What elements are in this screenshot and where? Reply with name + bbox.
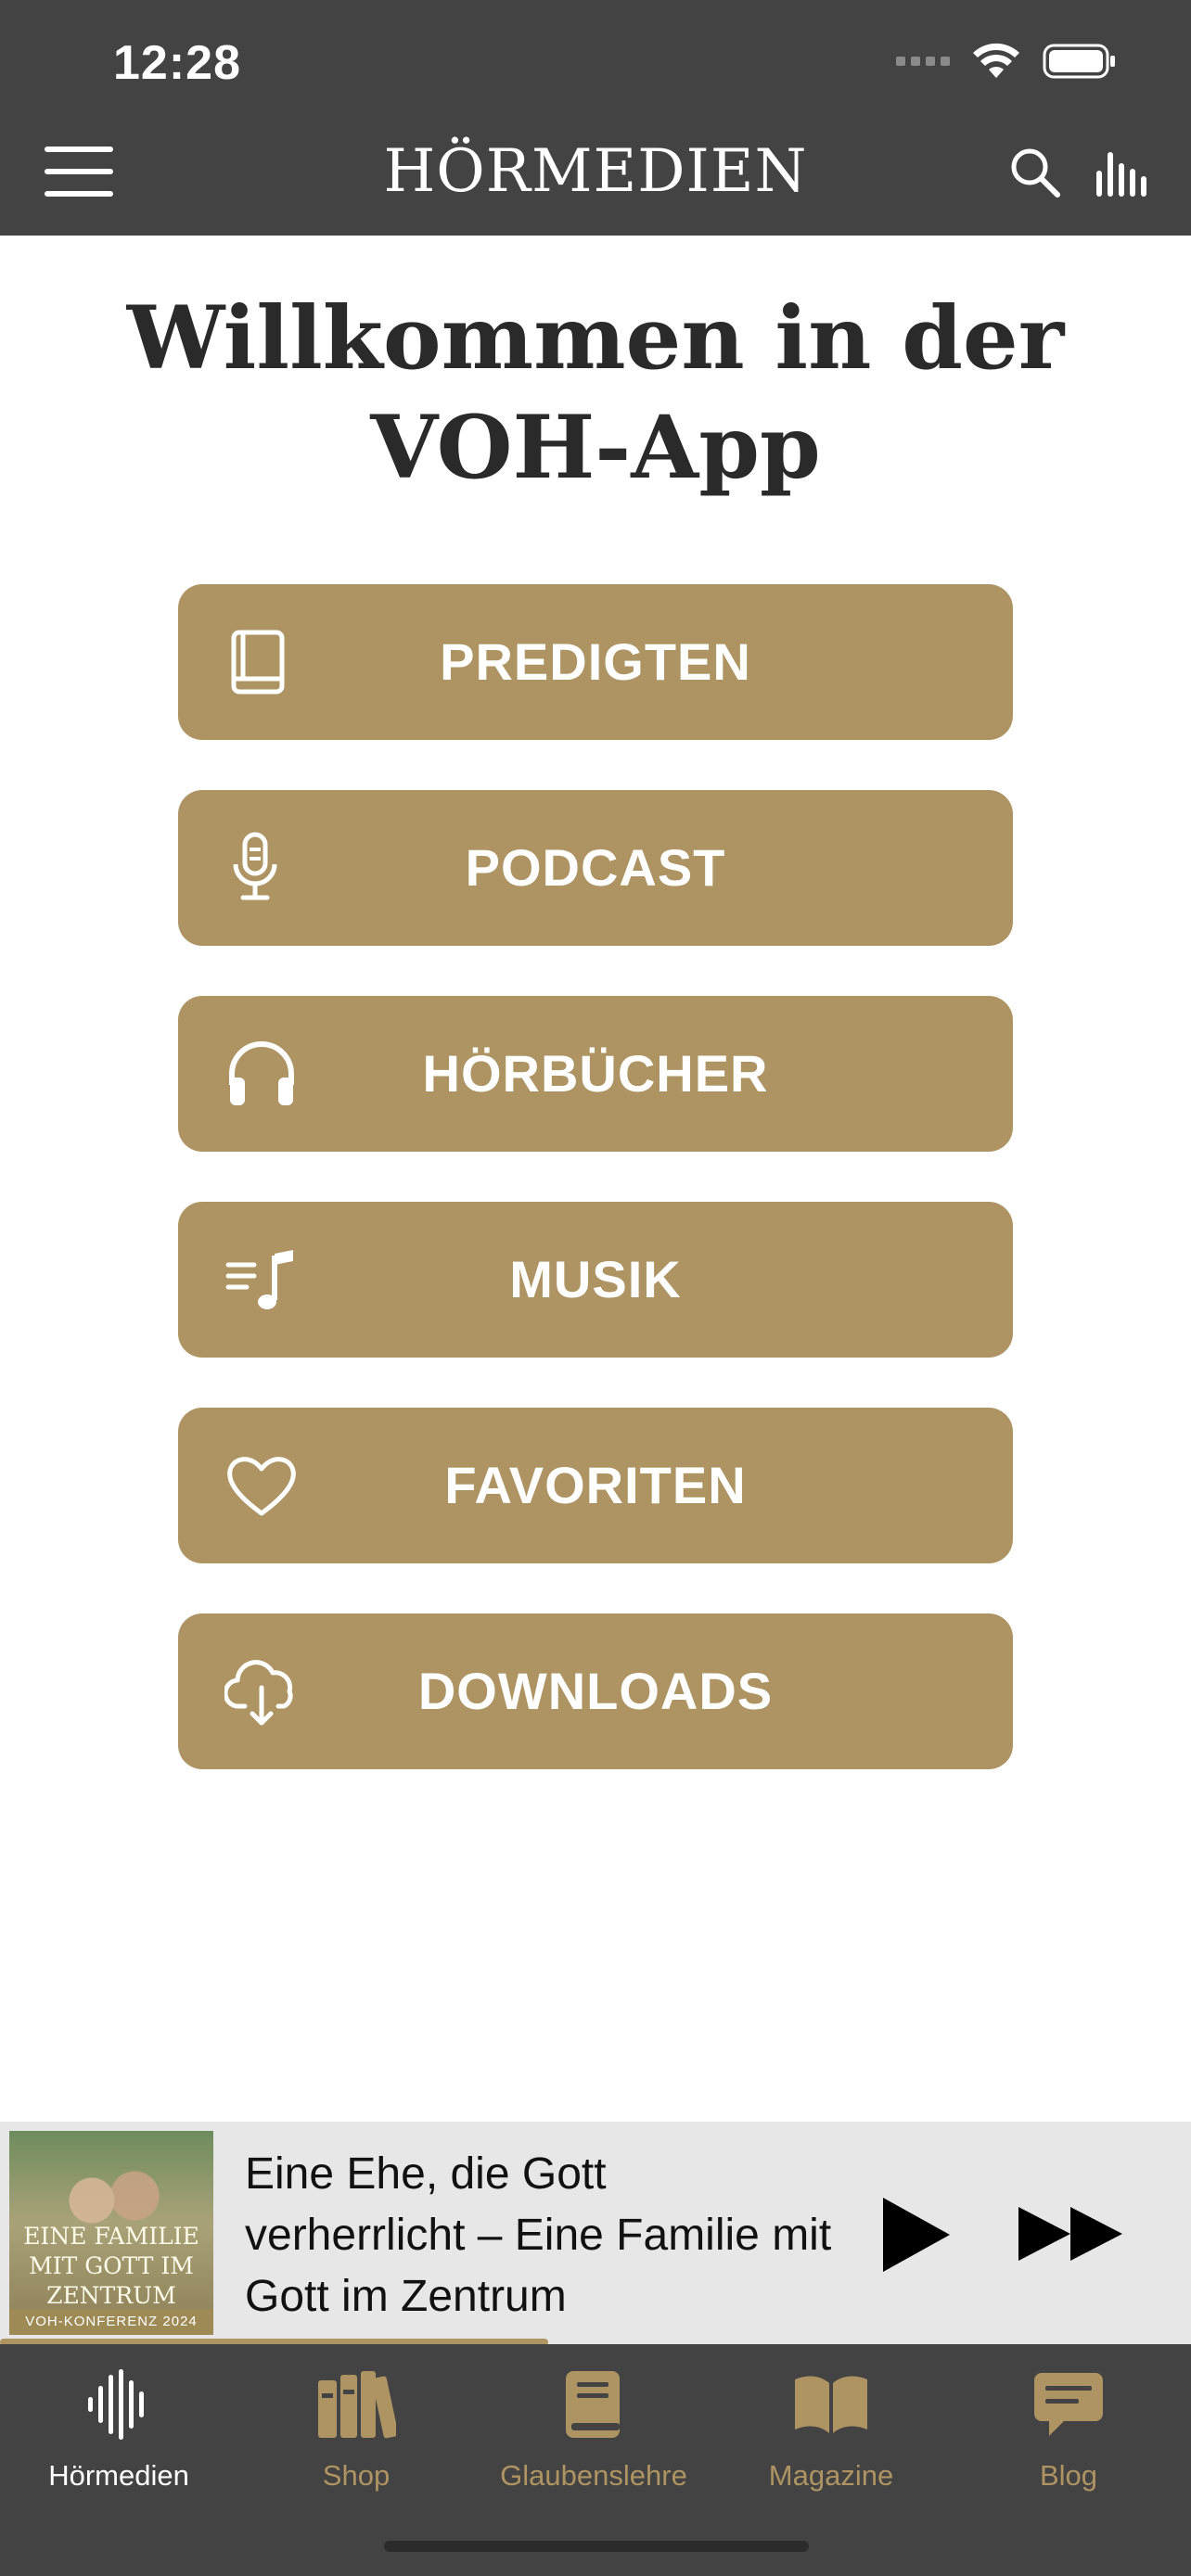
chat-bubble-icon <box>950 2363 1187 2446</box>
home-indicator <box>384 2541 809 2552</box>
battery-icon <box>1043 43 1117 80</box>
favoriten-button[interactable]: FAVORITEN <box>178 1408 1013 1563</box>
play-icon[interactable] <box>879 2194 954 2276</box>
podcast-label: PODCAST <box>465 838 726 897</box>
tab-hoermedien[interactable]: Hörmedien <box>0 2363 237 2502</box>
tab-glaubenslehre[interactable]: Glaubenslehre <box>475 2363 712 2502</box>
welcome-line-1: Willkommen in der <box>126 287 1065 389</box>
tab-label: Magazine <box>768 2459 894 2492</box>
tab-label: Hörmedien <box>48 2459 189 2492</box>
tab-magazine[interactable]: Magazine <box>712 2363 950 2502</box>
books-icon <box>237 2363 475 2446</box>
tab-blog[interactable]: Blog <box>950 2363 1187 2502</box>
tab-label: Glaubenslehre <box>500 2459 687 2492</box>
mini-player[interactable]: EINE FAMILIE MIT GOTT IM ZENTRUM VOH-KON… <box>0 2122 1191 2346</box>
welcome-heading: Willkommen in der VOH-App <box>0 284 1191 503</box>
top-bar: 12:28 HÖRMEDIEN <box>0 0 1191 236</box>
cover-title: EINE FAMILIE MIT GOTT IM ZENTRUM <box>23 2223 199 2309</box>
equalizer-icon[interactable] <box>1095 148 1150 198</box>
track-title: Eine Ehe, die Gott verherrlicht – Eine F… <box>245 2149 832 2321</box>
wifi-icon <box>972 43 1020 80</box>
musik-button[interactable]: MUSIK <box>178 1202 1013 1358</box>
album-cover: EINE FAMILIE MIT GOTT IM ZENTRUM VOH-KON… <box>9 2131 213 2335</box>
book-icon <box>475 2363 712 2446</box>
downloads-button[interactable]: DOWNLOADS <box>178 1613 1013 1769</box>
predigten-label: PREDIGTEN <box>440 632 751 691</box>
welcome-line-2: VOH-App <box>370 397 821 499</box>
tab-label: Shop <box>322 2459 391 2492</box>
main-menu: PREDIGTEN PODCAST HÖRBÜCHER MUSIK FAVORI… <box>178 584 1013 1819</box>
tab-label: Blog <box>1039 2459 1098 2492</box>
open-book-icon <box>712 2363 950 2446</box>
favoriten-label: FAVORITEN <box>444 1456 747 1514</box>
predigten-button[interactable]: PREDIGTEN <box>178 584 1013 740</box>
hoerbuecher-label: HÖRBÜCHER <box>422 1044 769 1103</box>
tab-shop[interactable]: Shop <box>237 2363 475 2502</box>
musik-label: MUSIK <box>509 1250 682 1308</box>
podcast-button[interactable]: PODCAST <box>178 790 1013 946</box>
waveform-icon <box>0 2363 237 2446</box>
status-time: 12:28 <box>113 36 241 90</box>
cellular-signal-icon <box>896 57 950 66</box>
search-icon[interactable] <box>1007 145 1063 200</box>
hoerbuecher-button[interactable]: HÖRBÜCHER <box>178 996 1013 1152</box>
downloads-label: DOWNLOADS <box>417 1662 774 1720</box>
status-icons <box>896 43 1117 80</box>
cover-subtitle: VOH-KONFERENZ 2024 <box>9 2309 213 2335</box>
fast-forward-icon[interactable] <box>1017 2203 1126 2264</box>
